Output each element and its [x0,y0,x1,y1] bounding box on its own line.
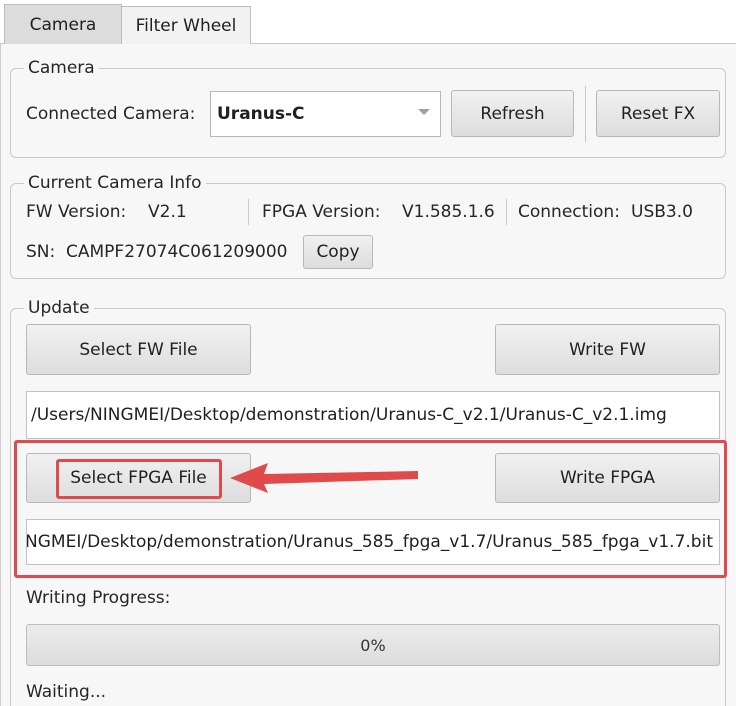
connection-value: USB3.0 [631,202,693,222]
tab-bar: Camera Filter Wheel [0,0,736,44]
status-text: Waiting... [26,682,107,702]
chevron-down-icon [418,109,430,115]
fpga-path-field[interactable]: /Users/NINGMEI/Desktop/demonstration/Ura… [26,519,720,565]
reset-fx-button-label: Reset FX [620,103,696,124]
copy-sn-button-label: Copy [316,242,360,262]
writing-progress-label: Writing Progress: [26,588,171,608]
select-fw-file-label: Select FW File [79,339,198,360]
tab-camera-label: Camera [29,14,97,35]
fw-version-value: V2.1 [148,202,187,222]
fw-path-field[interactable]: /Users/NINGMEI/Desktop/demonstration/Ura… [26,391,720,439]
select-fpga-highlight [56,459,222,499]
update-group-title: Update [24,298,94,318]
reset-fx-button[interactable]: Reset FX [596,90,720,137]
connection-label: Connection: [518,202,620,222]
sn-label: SN: [26,242,56,262]
refresh-button-label: Refresh [480,103,545,124]
connected-camera-label: Connected Camera: [26,104,196,124]
tab-filter-wheel-label: Filter Wheel [135,15,237,36]
info-separator-1 [248,199,249,225]
write-fw-button[interactable]: Write FW [495,324,720,375]
fpga-path-text: /Users/NINGMEI/Desktop/demonstration/Ura… [26,532,713,552]
progress-percent: 0% [360,635,386,655]
camera-info-group-title: Current Camera Info [24,173,206,193]
write-fw-label: Write FW [569,339,646,360]
fw-path-text: /Users/NINGMEI/Desktop/demonstration/Ura… [31,405,667,425]
copy-sn-button[interactable]: Copy [303,235,373,269]
select-fw-file-button[interactable]: Select FW File [26,324,251,375]
arrow-left-icon [230,463,418,493]
tab-camera[interactable]: Camera [4,4,122,44]
info-separator-2 [506,199,507,225]
camera-select[interactable]: Uranus-C [210,91,441,137]
fpga-version-value: V1.585.1.6 [402,202,495,222]
writing-progress-bar: 0% [26,624,720,666]
write-fpga-label: Write FPGA [559,468,656,488]
fw-version-label: FW Version: [26,202,127,222]
write-fpga-button[interactable]: Write FPGA [495,453,720,503]
camera-group-title: Camera [24,58,99,78]
camera-select-value: Uranus-C [217,104,305,124]
camera-separator [585,86,586,142]
sn-value: CAMPF27074C061209000 [66,242,288,262]
fpga-version-label: FPGA Version: [262,202,381,222]
refresh-button[interactable]: Refresh [451,90,574,137]
tab-filter-wheel[interactable]: Filter Wheel [121,6,251,44]
